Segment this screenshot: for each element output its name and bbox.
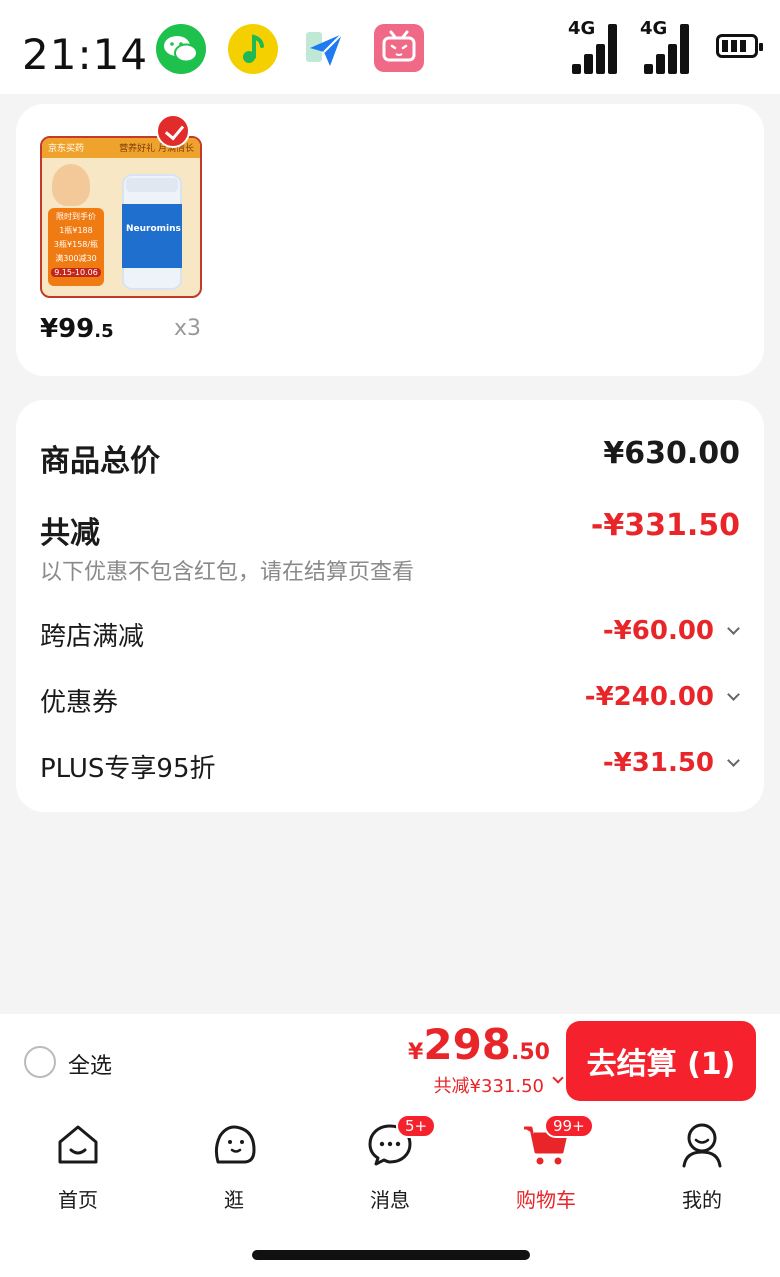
qq-music-icon	[228, 24, 278, 74]
discount-note: 以下优惠不包含红包，请在结算页查看	[40, 560, 415, 585]
tab-messages[interactable]: 5+ 消息	[330, 1114, 450, 1212]
signal-strength-icon: 4G	[568, 18, 622, 74]
browse-icon	[214, 1125, 256, 1164]
discount-item-label: PLUS专享95折	[40, 754, 216, 784]
tab-cart[interactable]: 99+ 购物车	[486, 1114, 606, 1212]
tab-browse[interactable]: 逛	[174, 1120, 294, 1212]
discount-item-plus[interactable]: PLUS专享95折 -¥31.50	[40, 748, 740, 784]
discount-detail-link[interactable]: 共减¥331.50	[434, 1072, 544, 1098]
signal-strength-icon: 4G	[640, 18, 694, 74]
total-label: 商品总价	[40, 444, 160, 479]
bottle-label: Neuromins	[126, 224, 181, 234]
profile-icon	[682, 1123, 722, 1168]
tab-home[interactable]: 首页	[18, 1120, 138, 1212]
discount-value: -¥331.50	[590, 508, 740, 543]
bilibili-icon	[374, 24, 424, 72]
product-thumbnail[interactable]: 京东买药 营养好礼 月满情长 限时到手价 1瓶¥188 3瓶¥158/瓶 满30…	[40, 136, 202, 298]
thumb-brand: 京东买药	[48, 144, 85, 154]
chevron-down-icon	[552, 1072, 564, 1084]
checkout-bar: 全选 ¥298.50 共减¥331.50 去结算 (1)	[0, 1014, 780, 1108]
checkout-button[interactable]: 去结算 (1)	[566, 1021, 756, 1101]
home-icon	[58, 1125, 98, 1164]
discount-item-value: -¥31.50	[602, 748, 714, 778]
tab-label: 我的	[682, 1188, 722, 1212]
promo-line: 满300减30	[55, 254, 97, 263]
promo-panel: 限时到手价 1瓶¥188 3瓶¥158/瓶 满300减30 9.15-10.06	[48, 208, 104, 286]
cart-badge: 99+	[544, 1114, 594, 1138]
promo-line: 限时到手价	[56, 212, 96, 221]
discount-item-label: 优惠券	[40, 688, 119, 718]
total-value: ¥630.00	[603, 436, 740, 471]
item-price: ¥99.5	[40, 314, 114, 344]
clock: 21:14	[22, 30, 149, 79]
illustration-figure	[52, 164, 90, 206]
messages-badge: 5+	[396, 1114, 437, 1138]
discount-item-coupon[interactable]: 优惠券 -¥240.00	[40, 682, 740, 718]
promo-line: 3瓶¥158/瓶	[53, 240, 99, 249]
tab-label: 逛	[224, 1188, 244, 1212]
cart-item-card: 京东买药 营养好礼 月满情长 限时到手价 1瓶¥188 3瓶¥158/瓶 满30…	[16, 104, 764, 376]
promo-line: 1瓶¥188	[59, 226, 93, 235]
discount-row: 共减 -¥331.50	[40, 508, 740, 551]
item-quantity: x3	[174, 316, 202, 341]
wechat-icon	[156, 24, 206, 74]
discount-item-label: 跨店满减	[40, 622, 145, 652]
select-all-label[interactable]: 全选	[68, 1048, 112, 1080]
item-selected-checkbox[interactable]	[156, 114, 190, 148]
tab-label: 消息	[370, 1188, 410, 1212]
bottle-image: Neuromins	[122, 174, 182, 290]
discount-item-value: -¥240.00	[584, 682, 714, 712]
promo-date: 9.15-10.06	[51, 268, 101, 277]
home-indicator[interactable]	[252, 1250, 530, 1260]
price-summary-card: 商品总价 ¥630.00 共减 -¥331.50 以下优惠不包含红包，请在结算页…	[16, 400, 764, 812]
discount-label: 共减	[40, 516, 100, 551]
tab-label: 购物车	[516, 1188, 576, 1212]
discount-item-value: -¥60.00	[602, 616, 714, 646]
discount-item-cross-store[interactable]: 跨店满减 -¥60.00	[40, 616, 740, 652]
status-bar: 21:14 4G 4G	[0, 0, 780, 94]
select-all-checkbox[interactable]	[24, 1046, 56, 1078]
tab-profile[interactable]: 我的	[642, 1120, 762, 1212]
total-row: 商品总价 ¥630.00	[40, 436, 740, 479]
tab-label: 首页	[58, 1188, 98, 1212]
paper-plane-icon	[300, 24, 350, 74]
battery-icon	[716, 34, 763, 58]
total-price: ¥298.50	[408, 1020, 550, 1069]
